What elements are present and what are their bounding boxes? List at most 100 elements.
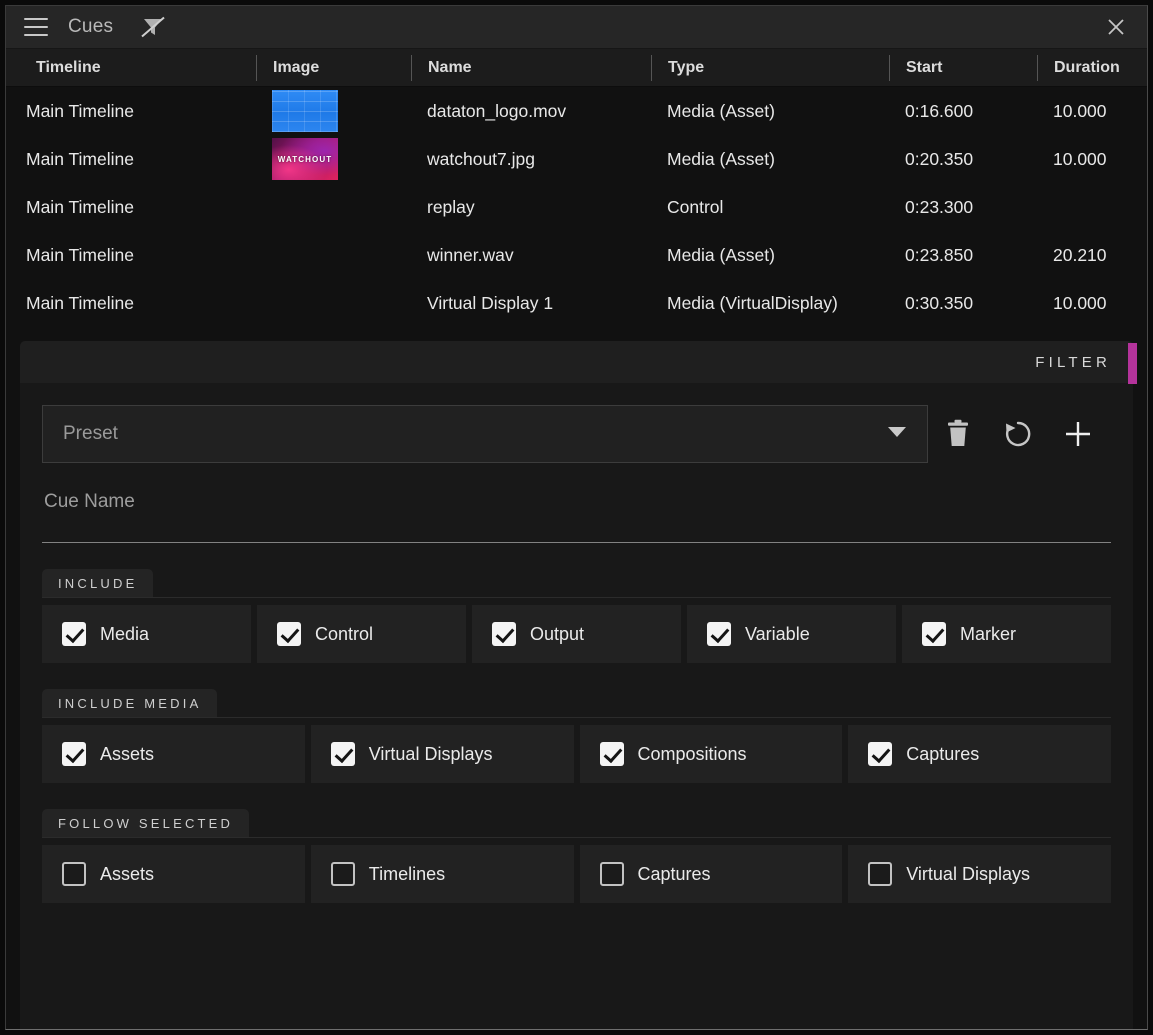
checkbox-row-follow-timelines[interactable]: Timelines (310, 845, 574, 903)
cues-window: Cues Timeline Image Name Type Start Dura… (5, 5, 1148, 1030)
cell-type: Media (Asset) (667, 100, 775, 121)
checkbox-row-marker[interactable]: Marker (902, 605, 1111, 663)
window-titlebar: Cues (6, 6, 1147, 49)
column-header-duration[interactable]: Duration (1037, 54, 1147, 81)
checkbox-row-follow-virtual-displays[interactable]: Virtual Displays (848, 845, 1111, 903)
section-divider (42, 717, 1111, 718)
column-header-timeline[interactable]: Timeline (6, 55, 256, 81)
section-include-media: INCLUDE MEDIA Assets Virtual Displays Co… (42, 689, 1111, 783)
cell-type: Media (VirtualDisplay) (667, 292, 838, 313)
checkbox-icon[interactable] (492, 622, 516, 646)
cell-name: watchout7.jpg (427, 148, 535, 169)
cell-name: winner.wav (427, 244, 514, 265)
cell-start: 0:23.300 (905, 196, 974, 217)
column-header-name[interactable]: Name (411, 54, 651, 81)
thumbnail-caption: WATCHOUT (277, 154, 333, 164)
table-row[interactable]: Main Timeline Virtual Display 1 Media (V… (6, 279, 1147, 327)
checkbox-icon[interactable] (330, 742, 355, 766)
checkbox-icon[interactable] (599, 742, 624, 766)
checkbox-icon[interactable] (277, 622, 301, 646)
trash-icon (948, 419, 968, 446)
checkbox-row-captures[interactable]: Captures (848, 725, 1111, 783)
checkbox-icon[interactable] (599, 862, 624, 886)
table-row[interactable]: Main Timeline dataton_logo.mov Media (As… (6, 87, 1147, 135)
cell-duration: 20.210 (1053, 244, 1107, 265)
delete-preset-button[interactable] (928, 405, 988, 463)
checkbox-icon[interactable] (707, 622, 731, 646)
checkbox-icon[interactable] (62, 742, 86, 766)
checkbox-row-output[interactable]: Output (472, 605, 681, 663)
table-header-row: Timeline Image Name Type Start Duration (6, 49, 1147, 87)
cell-start: 0:23.850 (905, 244, 974, 265)
section-divider (42, 597, 1111, 598)
section-include: INCLUDE Media Control Output Variable Ma… (42, 569, 1111, 663)
close-icon[interactable] (1099, 10, 1133, 44)
table-row[interactable]: Main Timeline WATCHOUT watchout7.jpg Med… (6, 135, 1147, 183)
checkbox-icon[interactable] (330, 862, 355, 886)
checkbox-icon[interactable] (868, 742, 893, 766)
cell-timeline: Main Timeline (26, 196, 134, 217)
funnel-slash-icon[interactable] (137, 14, 167, 40)
filter-panel-header[interactable]: FILTER (20, 341, 1137, 384)
hamburger-icon[interactable] (24, 18, 48, 36)
cell-image (256, 87, 411, 135)
thumbnail-dataton-logo (272, 90, 338, 132)
add-preset-button[interactable] (1048, 405, 1108, 463)
checkbox-icon[interactable] (62, 622, 86, 646)
section-follow-selected: FOLLOW SELECTED Assets Timelines Capture… (42, 809, 1111, 903)
cue-name-input[interactable]: Cue Name (42, 491, 1111, 543)
revert-icon (1005, 421, 1031, 447)
column-header-type[interactable]: Type (651, 54, 889, 81)
checkbox-label: Compositions (637, 743, 747, 764)
cell-duration (1037, 183, 1147, 231)
checkbox-label: Marker (960, 623, 1017, 644)
checkbox-row-virtual-displays[interactable]: Virtual Displays (310, 725, 574, 783)
cell-timeline: Main Timeline (26, 292, 134, 313)
checkbox-row-control[interactable]: Control (257, 605, 466, 663)
cell-name: replay (427, 196, 475, 217)
checkbox-row-media[interactable]: Media (42, 605, 251, 663)
checkbox-label: Captures (906, 743, 980, 764)
checkbox-row-variable[interactable]: Variable (687, 605, 896, 663)
cell-type: Control (667, 196, 724, 217)
checkbox-icon[interactable] (62, 862, 86, 886)
checkbox-row-follow-assets[interactable]: Assets (42, 845, 305, 903)
cell-image (256, 183, 411, 231)
column-header-image[interactable]: Image (256, 54, 411, 81)
cell-start: 0:20.350 (905, 148, 974, 169)
table-row[interactable]: Main Timeline winner.wav Media (Asset) 0… (6, 231, 1147, 279)
cell-timeline: Main Timeline (26, 148, 134, 169)
preset-row: Preset (42, 405, 1111, 463)
cell-duration: 10.000 (1053, 100, 1107, 121)
table-row[interactable]: Main Timeline replay Control 0:23.300 (6, 183, 1147, 231)
filter-panel-title: FILTER (1035, 353, 1111, 371)
checkbox-row-follow-captures[interactable]: Captures (579, 845, 843, 903)
checkbox-icon[interactable] (922, 622, 946, 646)
cues-table: Timeline Image Name Type Start Duration … (6, 49, 1147, 327)
checkbox-row-compositions[interactable]: Compositions (579, 725, 843, 783)
preset-dropdown[interactable]: Preset (42, 405, 928, 463)
section-title: FOLLOW SELECTED (42, 809, 250, 837)
checkbox-label: Output (530, 623, 585, 644)
preset-value: Preset (63, 423, 118, 444)
cell-image: WATCHOUT (256, 135, 411, 183)
checkbox-label: Media (100, 623, 150, 644)
section-cells: Assets Timelines Captures Virtual Displa… (42, 845, 1111, 903)
cell-duration: 10.000 (1053, 292, 1107, 313)
cell-start: 0:30.350 (905, 292, 974, 313)
cell-duration: 10.000 (1053, 148, 1107, 169)
checkbox-label: Virtual Displays (906, 863, 1030, 884)
checkbox-row-assets[interactable]: Assets (42, 725, 305, 783)
section-title: INCLUDE (42, 569, 154, 597)
cell-timeline: Main Timeline (26, 244, 134, 265)
filter-accent-bar (1128, 343, 1137, 384)
checkbox-icon[interactable] (868, 862, 893, 886)
section-title: INCLUDE MEDIA (42, 689, 218, 717)
thumbnail-watchout7: WATCHOUT (272, 138, 338, 180)
reset-preset-button[interactable] (988, 405, 1048, 463)
plus-icon (1066, 422, 1090, 446)
column-header-start[interactable]: Start (889, 54, 1037, 81)
checkbox-label: Captures (637, 863, 711, 884)
checkbox-label: Virtual Displays (368, 743, 493, 764)
cell-image (256, 279, 411, 327)
